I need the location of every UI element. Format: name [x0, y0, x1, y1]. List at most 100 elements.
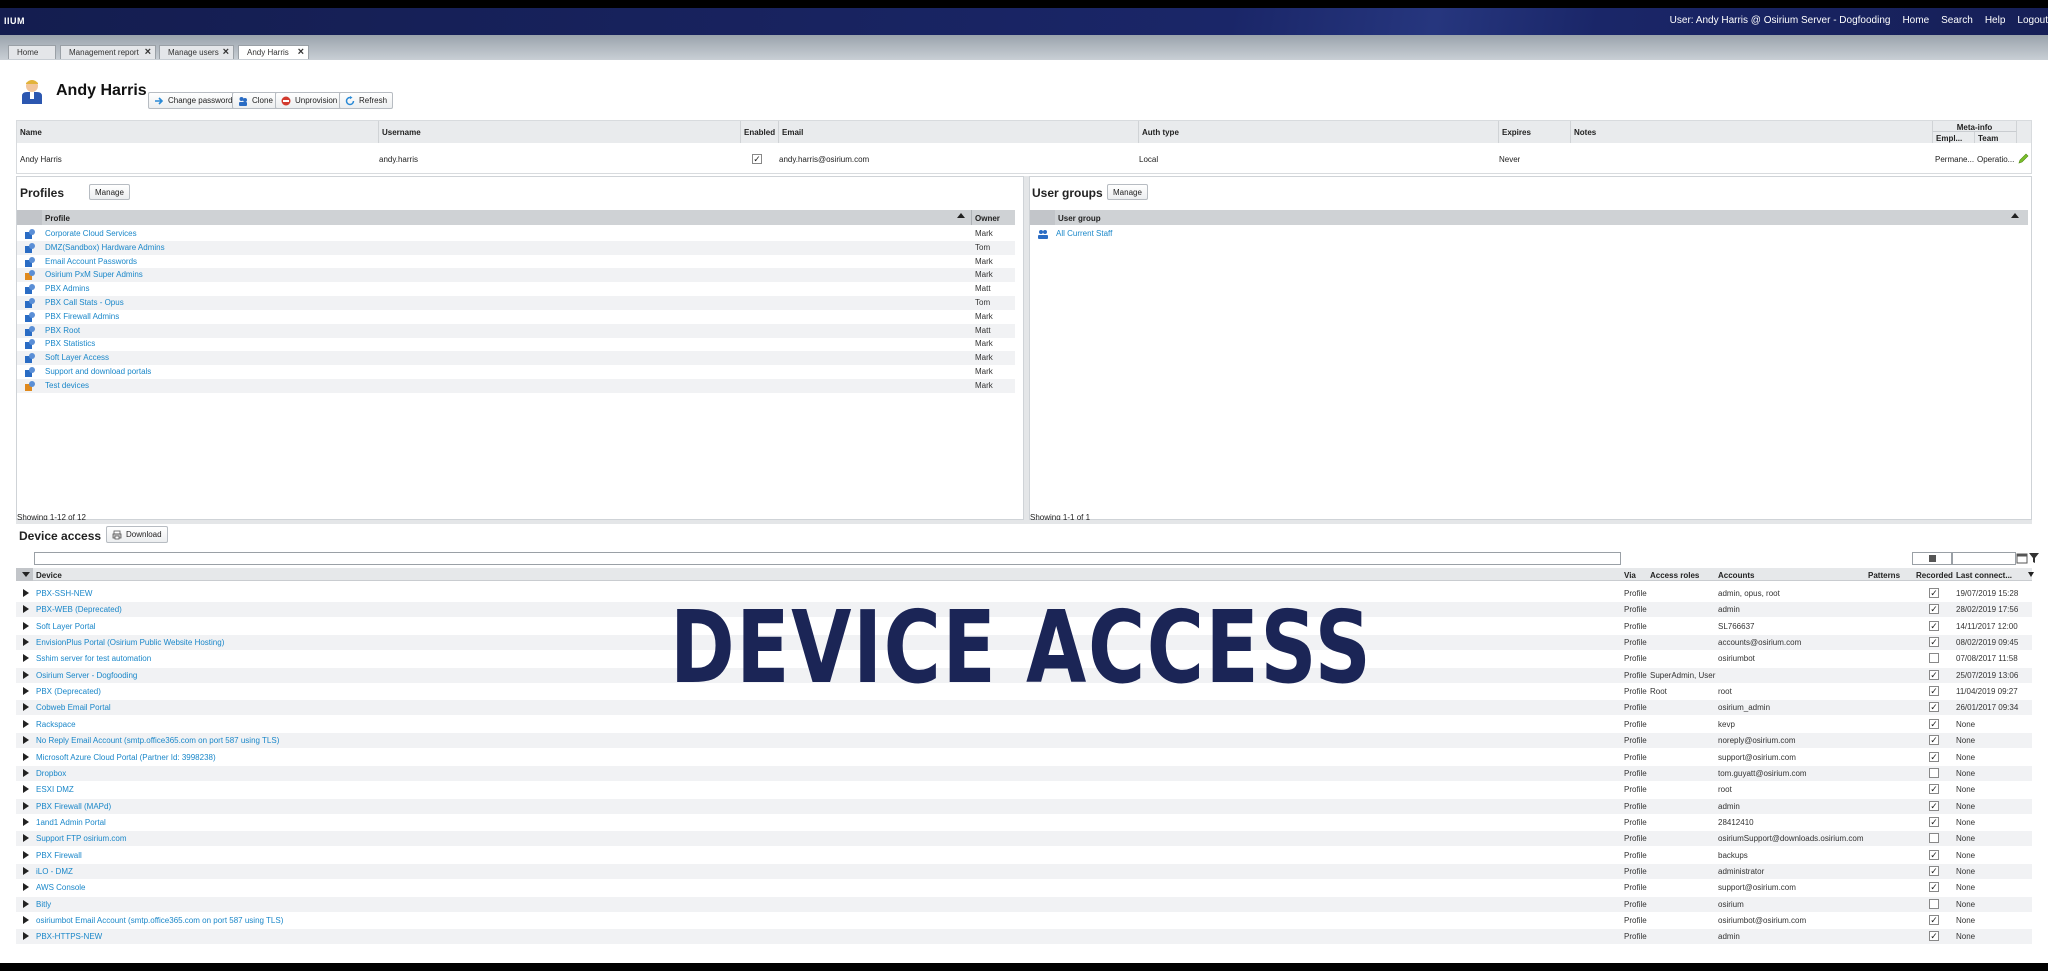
list-item[interactable]: DMZ(Sandbox) Hardware Admins Tom — [17, 240, 1015, 255]
expand-row-icon[interactable] — [23, 703, 29, 712]
column-header-notes[interactable]: Notes — [1571, 121, 1933, 143]
device-link[interactable]: Cobweb Email Portal — [36, 703, 111, 712]
expand-row-icon[interactable] — [23, 883, 29, 892]
list-item[interactable]: Email Account Passwords Mark — [17, 255, 1015, 269]
unprovision-button[interactable]: Unprovision — [275, 92, 344, 109]
profile-link[interactable]: Test devices — [45, 381, 89, 390]
column-header-via[interactable]: Via — [1624, 571, 1636, 580]
column-header-employment[interactable]: Empl... — [1933, 132, 1975, 143]
device-link[interactable]: Rackspace — [36, 720, 76, 729]
change-password-button[interactable]: Change password — [148, 92, 239, 109]
download-button[interactable]: Download — [106, 526, 168, 543]
expand-row-icon[interactable] — [23, 736, 29, 745]
nav-help[interactable]: Help — [1985, 15, 2006, 26]
profile-link[interactable]: Soft Layer Access — [45, 353, 109, 362]
list-item[interactable]: PBX Root Matt — [17, 323, 1015, 338]
expand-row-icon[interactable] — [23, 638, 29, 647]
expand-row-icon[interactable] — [23, 768, 29, 777]
device-link[interactable]: osiriumbot Email Account (smtp.office365… — [36, 916, 283, 925]
table-row[interactable]: PBX Firewall Profile backups ✓ None — [16, 848, 2032, 863]
device-link[interactable]: PBX Firewall — [36, 851, 82, 860]
table-row[interactable]: ESXI DMZ Profile root ✓ None — [16, 782, 2032, 797]
close-icon[interactable]: × — [298, 46, 304, 58]
list-item[interactable]: Osirium PxM Super Admins Mark — [17, 268, 1015, 283]
table-row[interactable]: Support FTP osirium.com Profile osiriumSup… — [16, 831, 2032, 847]
expand-row-icon[interactable] — [23, 589, 29, 597]
table-row[interactable]: Microsoft Azure Cloud Portal (Partner Id… — [16, 750, 2032, 765]
device-link[interactable]: Microsoft Azure Cloud Portal (Partner Id… — [36, 753, 216, 762]
table-row[interactable]: AWS Console Profile support@osirium.com ✓ No… — [16, 880, 2032, 895]
profile-link[interactable]: Osirium PxM Super Admins — [45, 270, 143, 279]
device-link[interactable]: ESXI DMZ — [36, 785, 74, 794]
list-item[interactable]: Test devices Mark — [17, 378, 1015, 393]
expand-row-icon[interactable] — [23, 687, 29, 696]
column-header-user-group[interactable]: User group — [1058, 214, 1101, 223]
table-row[interactable]: osiriumbot Email Account (smtp.office365… — [16, 913, 2032, 928]
expand-row-icon[interactable] — [23, 916, 29, 924]
column-header-auth-type[interactable]: Auth type — [1139, 121, 1499, 143]
collapse-all-icon[interactable] — [22, 572, 30, 577]
table-row[interactable]: Rackspace Profile kevp ✓ None — [16, 717, 2032, 732]
expand-row-icon[interactable] — [23, 817, 29, 826]
clone-button[interactable]: Clone — [232, 92, 279, 109]
enabled-checkbox[interactable]: ✓ — [752, 154, 762, 164]
table-row[interactable]: No Reply Email Account (smtp.office365.c… — [16, 733, 2032, 749]
list-item[interactable]: All Current Staff — [1030, 227, 2028, 241]
table-row[interactable]: PBX Firewall (MAPd) Profile admin ✓ None — [16, 798, 2032, 814]
list-item[interactable]: Corporate Cloud Services Mark — [17, 227, 1015, 241]
device-link[interactable]: PBX (Deprecated) — [36, 687, 101, 696]
profile-link[interactable]: Corporate Cloud Services — [45, 229, 137, 238]
tab-home[interactable]: Home — [8, 45, 56, 59]
last-connect-filter[interactable] — [1952, 552, 2016, 565]
device-link[interactable]: PBX-WEB (Deprecated) — [36, 605, 122, 614]
device-link[interactable]: iLO - DMZ — [36, 867, 73, 876]
device-link[interactable]: 1and1 Admin Portal — [36, 818, 106, 827]
expand-row-icon[interactable] — [23, 801, 29, 810]
device-link[interactable]: EnvisionPlus Portal (Osirium Public Webs… — [36, 638, 224, 647]
nav-search[interactable]: Search — [1941, 15, 1973, 26]
horizontal-splitter[interactable] — [16, 520, 2032, 524]
column-header-owner[interactable]: Owner — [975, 214, 1000, 223]
profile-link[interactable]: Email Account Passwords — [45, 257, 137, 266]
table-row[interactable]: PBX-HTTPS-NEW Profile admin ✓ None — [16, 929, 2032, 945]
table-row[interactable]: 1and1 Admin Portal Profile 28412410 ✓ None — [16, 815, 2032, 830]
table-row[interactable]: iLO - DMZ Profile administrator ✓ None — [16, 863, 2032, 879]
column-header-username[interactable]: Username — [379, 121, 741, 143]
user-groups-manage-button[interactable]: Manage — [1107, 184, 1148, 200]
device-link[interactable]: Dropbox — [36, 769, 66, 778]
column-header-profile[interactable]: Profile — [45, 214, 70, 223]
profile-link[interactable]: Support and download portals — [45, 367, 151, 376]
device-link[interactable]: Support FTP osirium.com — [36, 834, 127, 843]
expand-row-icon[interactable] — [23, 866, 29, 875]
close-icon[interactable]: × — [145, 46, 151, 58]
column-header-patterns[interactable]: Patterns — [1868, 571, 1900, 580]
sort-asc-icon[interactable] — [2011, 213, 2019, 218]
sort-asc-icon[interactable] — [957, 213, 965, 218]
device-link[interactable]: PBX-HTTPS-NEW — [36, 932, 102, 941]
device-link[interactable]: Sshim server for test automation — [36, 654, 151, 663]
close-icon[interactable]: × — [223, 46, 229, 58]
expand-row-icon[interactable] — [23, 670, 29, 679]
filter-funnel-icon[interactable] — [2029, 552, 2039, 564]
tab-management-report[interactable]: Management report × — [60, 45, 156, 59]
expand-row-icon[interactable] — [23, 752, 29, 761]
profile-link[interactable]: PBX Root — [45, 326, 80, 335]
expand-row-icon[interactable] — [23, 621, 29, 630]
expand-row-icon[interactable] — [23, 785, 29, 794]
list-item[interactable]: PBX Admins Matt — [17, 282, 1015, 296]
expand-row-icon[interactable] — [23, 605, 29, 614]
edit-pencil-icon[interactable] — [2018, 153, 2029, 164]
column-header-recorded[interactable]: Recorded — [1916, 571, 1953, 580]
table-row[interactable]: Bitly Profile osirium None — [16, 896, 2032, 912]
column-menu-icon[interactable] — [2028, 572, 2034, 577]
column-header-device[interactable]: Device — [36, 571, 62, 580]
column-header-name[interactable]: Name — [17, 121, 379, 143]
column-header-team[interactable]: Team — [1975, 132, 2017, 143]
tab-andy-harris[interactable]: Andy Harris × — [238, 45, 309, 59]
expand-row-icon[interactable] — [23, 719, 29, 728]
expand-row-icon[interactable] — [23, 834, 29, 843]
device-filter-input[interactable] — [34, 552, 1621, 565]
tab-manage-users[interactable]: Manage users × — [159, 45, 234, 59]
column-header-expires[interactable]: Expires — [1499, 121, 1571, 143]
device-link[interactable]: Bitly — [36, 900, 51, 909]
